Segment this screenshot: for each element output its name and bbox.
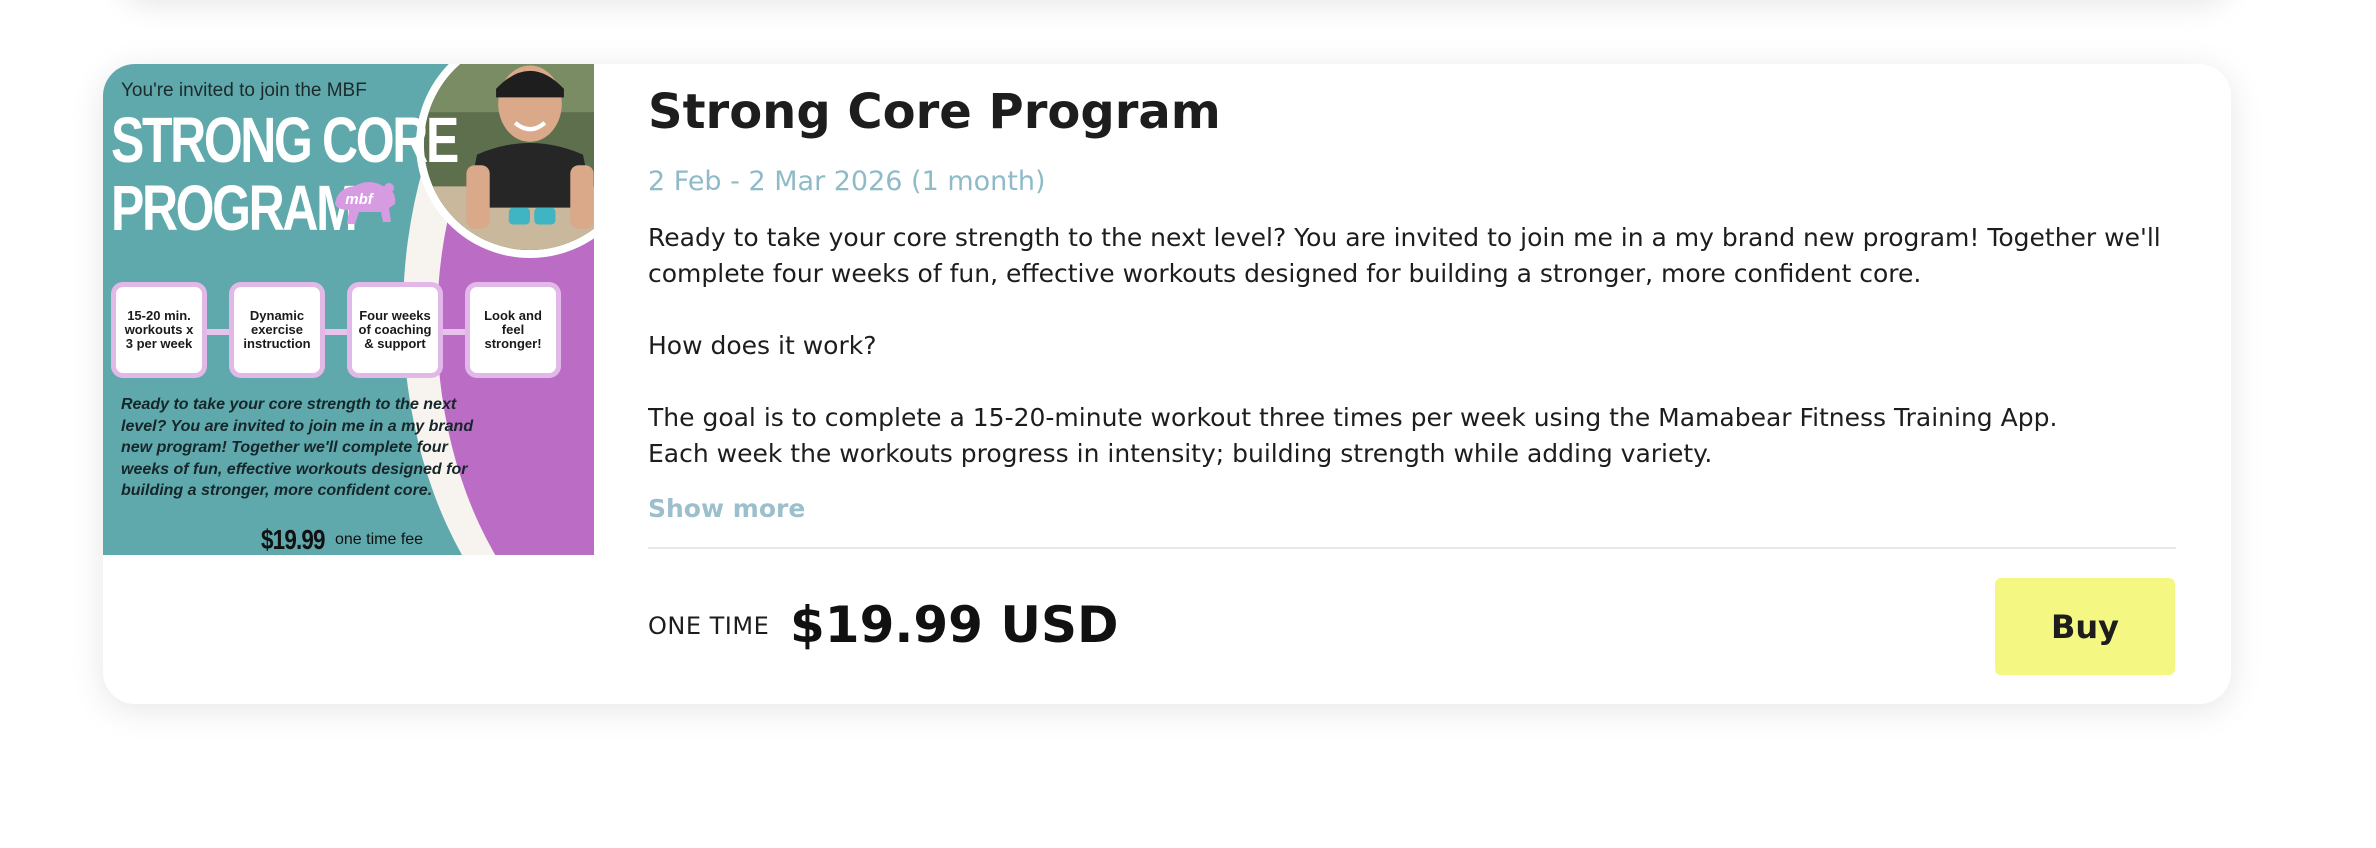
divider [648,547,2176,549]
promo-feature-2: Dynamic exercise instruction [229,282,325,378]
product-description: Ready to take your core strength to the … [648,220,2188,470]
promo-price: $19.99 [261,524,326,555]
price-type-label: ONE TIME [648,612,770,640]
promo-title: STRONG CORE PROGRAM [111,104,459,244]
description-paragraph-3: The goal is to complete a 15-20-minute w… [648,403,2058,468]
promo-feature-3: Four weeks of coaching & support [347,282,443,378]
promo-body-text: Ready to take your core strength to the … [121,396,474,499]
promo-feature-4: Look and feel stronger! [465,282,561,378]
show-more-link[interactable]: Show more [648,494,805,523]
description-paragraph-2: How does it work? [648,331,877,360]
product-dates: 2 Feb - 2 Mar 2026 (1 month) [648,166,1046,197]
buy-button[interactable]: Buy [1995,578,2175,675]
promo-image: You're invited to join the MBF STRONG CO… [103,64,594,555]
promo-fee-label: one time fee [335,531,424,548]
price-value: $19.99 USD [790,596,1119,654]
description-paragraph-1: Ready to take your core strength to the … [648,223,2161,288]
product-title: Strong Core Program [648,84,1221,140]
mbf-bear-logo-icon: mbf [329,174,401,230]
promo-title-line1: STRONG CORE [111,104,459,176]
promo-features: 15-20 min. workouts x 3 per week Dynamic… [111,282,571,384]
promo-invite-text: You're invited to join the MBF [121,80,367,101]
mbf-badge-text: mbf [345,191,375,208]
promo-feature-1: 15-20 min. workouts x 3 per week [111,282,207,378]
promo-title-line2: PROGRAM [111,172,358,244]
